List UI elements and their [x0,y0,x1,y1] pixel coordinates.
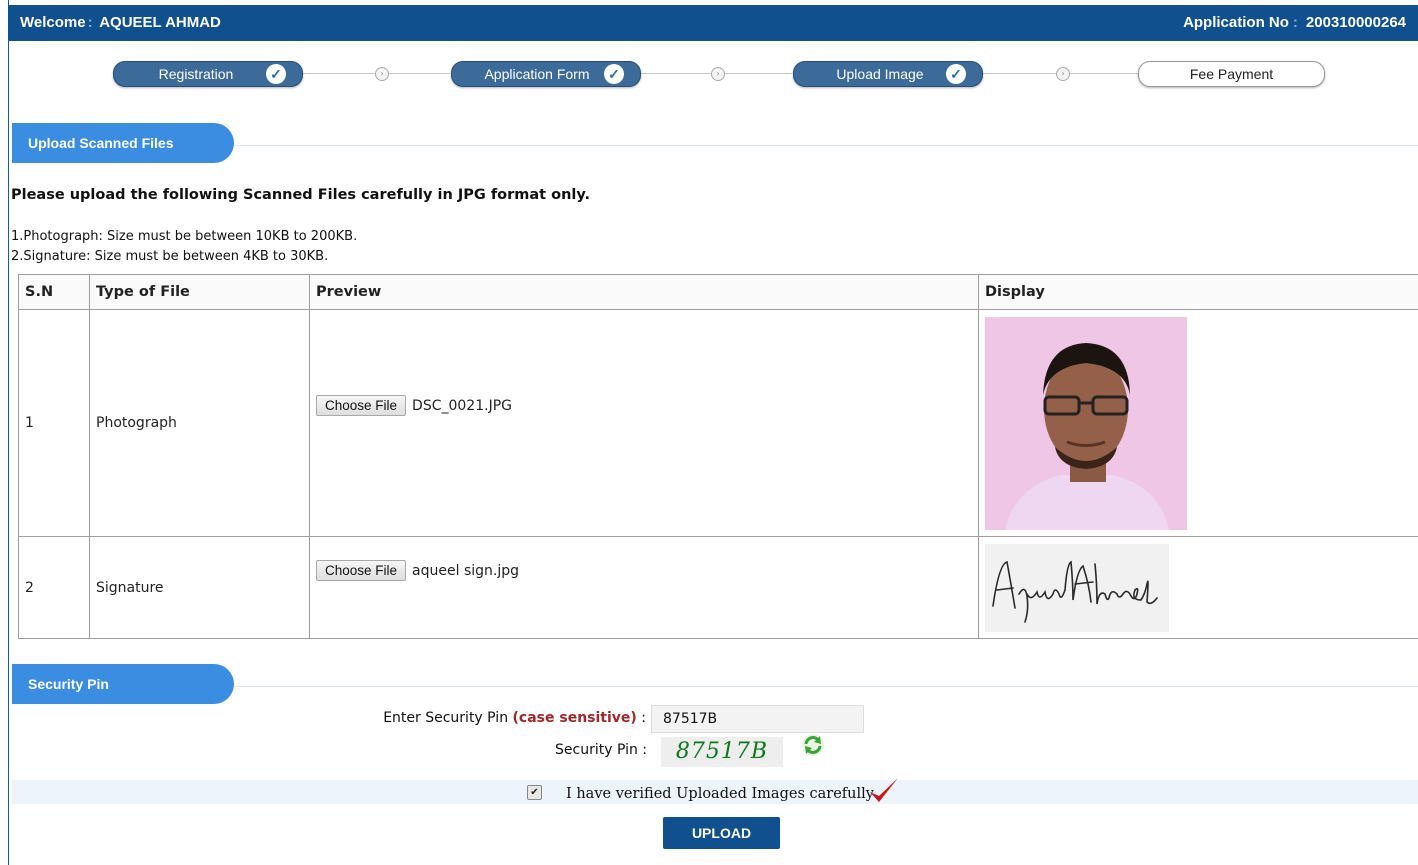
upload-section-title: Upload Scanned Files [28,135,174,151]
photo-file-name: DSC_0021.JPG [412,398,512,414]
verify-label: I have verified Uploaded Images carefull… [566,786,874,802]
step-label: Upload Image [836,66,924,82]
table-row: 2 Signature Choose File aqueel sign.jpg [18,536,1418,639]
signature-display-cell [978,536,1418,639]
section-divider [234,686,1418,687]
step-label: Application Form [484,66,590,82]
application-number-value: 200310000264 [1305,14,1406,31]
row-sn: 1 [18,309,90,537]
step-label: Fee Payment [1189,66,1274,82]
upload-instruction: Please upload the following Scanned File… [11,187,591,203]
application-number-label: Application No [1183,14,1289,31]
row-sn: 2 [18,536,90,639]
upload-button[interactable]: UPLOAD [663,817,780,849]
check-icon: ✓ [604,64,624,84]
security-pin-label: Enter Security Pin (case sensitive) : [383,710,646,726]
step-upload-image[interactable]: Upload Image ✓ [793,61,983,87]
column-header-display: Display [978,274,1418,310]
top-header-bar: Welcome: AQUEEL AHMAD Application No:200… [8,5,1418,41]
security-pin-input[interactable]: 87517B [651,705,864,733]
user-name: AQUEEL AHMAD [99,14,221,31]
welcome-label: Welcome [20,14,86,31]
row-file-type: Signature [89,536,310,639]
step-label: Registration [158,66,234,82]
section-divider [234,145,1418,146]
applicant-photo [985,316,1187,530]
table-row: 1 Photograph Choose File DSC_0021.JPG [18,309,1418,537]
column-header-type: Type of File [89,274,310,310]
step-registration[interactable]: Registration ✓ [113,61,303,87]
column-header-sn: S.N [18,274,90,310]
signature-file-name: aqueel sign.jpg [412,563,520,579]
photo-display-cell [978,309,1418,537]
security-section-tab: Security Pin [12,664,234,704]
step-application-form[interactable]: Application Form ✓ [451,61,641,87]
choose-signature-button[interactable]: Choose File [316,560,407,581]
upload-files-table: S.N Type of File Preview Display 1 Photo… [18,274,1418,639]
check-icon: ✓ [946,64,966,84]
enter-pin-label: Enter Security Pin [383,710,509,726]
security-section-title: Security Pin [28,676,109,692]
column-header-preview: Preview [309,274,979,310]
progress-steps: Registration ✓ › Application Form ✓ › Up… [0,56,1418,92]
check-icon: ✓ [266,64,286,84]
photo-file-cell: Choose File DSC_0021.JPG [309,309,979,537]
step-arrow-icon: › [1056,67,1070,81]
pin-label-colon: : [641,710,646,726]
choose-photo-button[interactable]: Choose File [316,395,407,416]
red-tick-icon [868,776,900,810]
page-left-border [8,0,9,865]
upload-section-tab: Upload Scanned Files [12,123,234,163]
captcha-label: Security Pin : [555,742,648,758]
applicant-signature [985,543,1169,632]
captcha-image: 87517B [661,737,783,767]
step-arrow-icon: › [375,67,389,81]
step-arrow-icon: › [711,67,725,81]
row-file-type: Photograph [89,309,310,537]
refresh-captcha-icon[interactable] [801,733,825,761]
table-header-row: S.N Type of File Preview Display [18,274,1418,310]
case-sensitive-note: (case sensitive) [512,710,637,726]
application-number: Application No:200310000264 [1183,14,1406,31]
signature-file-cell: Choose File aqueel sign.jpg [309,536,979,639]
photo-size-rule: 1.Photograph: Size must be between 10KB … [11,229,358,244]
signature-size-rule: 2.Signature: Size must be between 4KB to… [11,249,329,264]
step-fee-payment[interactable]: Fee Payment [1138,61,1325,87]
welcome-text: Welcome: AQUEEL AHMAD [20,14,221,31]
verify-checkbox[interactable]: ✔ [527,785,542,800]
